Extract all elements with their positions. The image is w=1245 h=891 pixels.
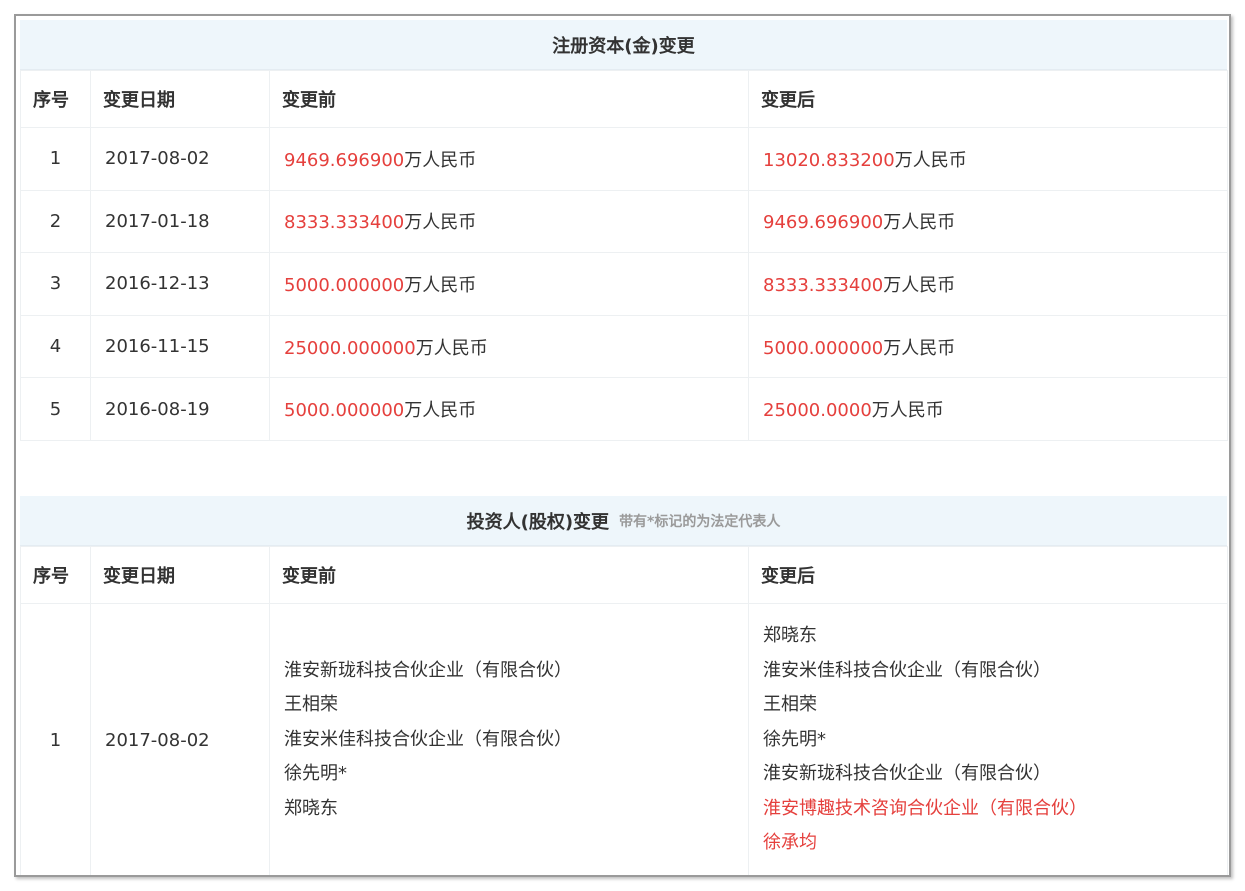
investor-name: 郑晓东: [284, 797, 338, 819]
investor-change-title-text: 投资人(股权)变更: [466, 511, 610, 533]
row-before: 淮安新珑科技合伙企业（有限合伙） 王相荣 淮安米佳科技合伙企业（有限合伙） 徐先…: [269, 603, 749, 875]
after-unit: 万人民币: [883, 212, 956, 234]
investor-name: 淮安米佳科技合伙企业（有限合伙）: [763, 659, 1051, 681]
investor-change-section: 投资人(股权)变更 带有*标记的为法定代表人 序号 变更日期 变更前 变更后 1…: [20, 496, 1228, 875]
row-date: 2017-08-02: [90, 603, 270, 875]
row-after: 25000.0000万人民币: [748, 377, 1228, 441]
column-header-after: 变更后: [748, 70, 1228, 128]
before-amount: 8333.333400: [284, 212, 405, 234]
table-row: 1 2017-08-02 9469.696900万人民币 13020.83320…: [20, 127, 1228, 191]
before-unit: 万人民币: [404, 149, 477, 171]
table-row: 2 2017-01-18 8333.333400万人民币 9469.696900…: [20, 189, 1228, 254]
row-before: 5000.000000万人民币: [269, 377, 749, 441]
before-unit: 万人民币: [404, 274, 477, 296]
before-amount: 9469.696900: [284, 149, 405, 171]
row-date: 2017-08-02: [90, 127, 270, 191]
capital-change-table: 序号 变更日期 变更前 变更后 1 2017-08-02 9469.696900…: [20, 70, 1228, 441]
investor-name: 王相荣: [284, 694, 338, 716]
row-after: 8333.333400万人民币: [748, 252, 1228, 316]
row-no: 2: [20, 189, 91, 254]
column-header-after: 变更后: [748, 546, 1228, 604]
table-header-row: 序号 变更日期 变更前 变更后: [20, 70, 1228, 128]
investor-name: 淮安新珑科技合伙企业（有限合伙）: [284, 659, 572, 681]
table-row: 4 2016-11-15 25000.000000万人民币 5000.00000…: [20, 314, 1228, 379]
investor-name: 郑晓东: [763, 625, 817, 647]
before-amount: 5000.000000: [284, 400, 405, 422]
investor-change-table: 序号 变更日期 变更前 变更后 1 2017-08-02 淮安新珑科技合伙企业（…: [20, 546, 1228, 875]
investor-change-title: 投资人(股权)变更 带有*标记的为法定代表人: [20, 496, 1227, 546]
table-header-row: 序号 变更日期 变更前 变更后: [20, 546, 1228, 604]
column-header-date: 变更日期: [90, 546, 270, 604]
after-unit: 万人民币: [871, 400, 944, 422]
column-header-before: 变更前: [269, 546, 749, 604]
after-amount: 9469.696900: [763, 212, 884, 234]
row-no: 1: [20, 603, 91, 875]
after-unit: 万人民币: [883, 274, 956, 296]
row-date: 2016-12-13: [90, 252, 270, 316]
row-after: 郑晓东 淮安米佳科技合伙企业（有限合伙） 王相荣 徐先明* 淮安新珑科技合伙企业…: [748, 603, 1228, 875]
capital-change-section: 注册资本(金)变更 序号 变更日期 变更前 变更后 1 2017-08-02 9…: [20, 20, 1228, 441]
investor-name: 淮安米佳科技合伙企业（有限合伙）: [284, 728, 572, 750]
row-no: 1: [20, 127, 91, 191]
investor-name: 徐先明*: [763, 728, 826, 750]
legal-rep-note: 带有*标记的为法定代表人: [619, 513, 781, 530]
before-amount: 25000.000000: [284, 337, 416, 359]
row-before: 9469.696900万人民币: [269, 127, 749, 191]
row-before: 5000.000000万人民币: [269, 252, 749, 316]
column-header-no: 序号: [20, 70, 91, 128]
after-amount: 5000.000000: [763, 337, 884, 359]
after-amount: 25000.0000: [763, 400, 872, 422]
change-records-panel: 注册资本(金)变更 序号 变更日期 变更前 变更后 1 2017-08-02 9…: [14, 14, 1231, 877]
after-unit: 万人民币: [883, 337, 956, 359]
before-unit: 万人民币: [404, 400, 477, 422]
new-investor-name: 徐承均: [763, 832, 817, 854]
investor-name: 徐先明*: [284, 763, 347, 785]
before-unit: 万人民币: [404, 212, 477, 234]
before-unit: 万人民币: [415, 337, 488, 359]
capital-change-title-text: 注册资本(金)变更: [552, 35, 695, 57]
row-after: 13020.833200万人民币: [748, 127, 1228, 191]
table-row: 5 2016-08-19 5000.000000万人民币 25000.0000万…: [20, 377, 1228, 441]
row-no: 4: [20, 314, 91, 379]
column-header-before: 变更前: [269, 70, 749, 128]
row-before: 8333.333400万人民币: [269, 189, 749, 254]
row-date: 2016-11-15: [90, 314, 270, 379]
row-no: 3: [20, 252, 91, 316]
after-unit: 万人民币: [894, 149, 967, 171]
row-no: 5: [20, 377, 91, 441]
after-amount: 8333.333400: [763, 274, 884, 296]
table-row: 3 2016-12-13 5000.000000万人民币 8333.333400…: [20, 252, 1228, 316]
row-before: 25000.000000万人民币: [269, 314, 749, 379]
investor-name: 淮安新珑科技合伙企业（有限合伙）: [763, 763, 1051, 785]
before-amount: 5000.000000: [284, 274, 405, 296]
row-date: 2017-01-18: [90, 189, 270, 254]
row-date: 2016-08-19: [90, 377, 270, 441]
table-row: 1 2017-08-02 淮安新珑科技合伙企业（有限合伙） 王相荣 淮安米佳科技…: [20, 603, 1228, 875]
column-header-date: 变更日期: [90, 70, 270, 128]
new-investor-name: 淮安博趣技术咨询合伙企业（有限合伙）: [763, 797, 1087, 819]
column-header-no: 序号: [20, 546, 91, 604]
investor-name: 王相荣: [763, 694, 817, 716]
row-after: 5000.000000万人民币: [748, 314, 1228, 379]
after-amount: 13020.833200: [763, 149, 895, 171]
capital-change-title: 注册资本(金)变更: [20, 20, 1227, 70]
row-after: 9469.696900万人民币: [748, 189, 1228, 254]
